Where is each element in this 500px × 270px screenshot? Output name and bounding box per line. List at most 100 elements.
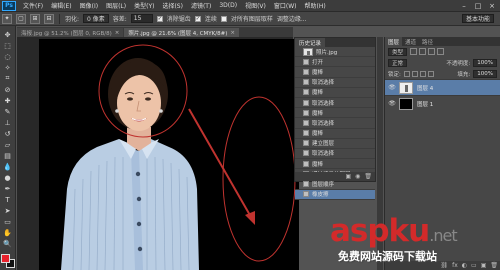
crop-tool-icon[interactable]: ⌗ — [2, 74, 13, 83]
history-item[interactable]: 建立图层 — [295, 139, 375, 149]
menu-filter[interactable]: 滤镜(T) — [187, 1, 215, 10]
history-footer: ▣ ◉ 🗑 — [295, 172, 375, 181]
document-tab-active[interactable]: 照片.jpg @ 21.6% (图层 4, CMYK/8#) × — [124, 28, 239, 37]
close-tab-icon[interactable]: × — [115, 30, 120, 36]
new-selection-icon[interactable]: ▢ — [16, 13, 26, 24]
pen-tool-icon[interactable]: ✒ — [2, 184, 13, 193]
healing-tool-icon[interactable]: ✚ — [2, 96, 13, 105]
watermark-brand-text: aspku — [330, 213, 430, 249]
fill-input[interactable]: 100% — [473, 69, 497, 78]
blend-mode-select[interactable]: 正常 — [388, 58, 408, 67]
workspace-select[interactable]: 基本功能 — [461, 14, 494, 23]
blend-opacity-row: 正常 不透明度: 100% — [385, 57, 500, 68]
layer-kind-select[interactable]: 类型 — [388, 47, 408, 56]
menu-edit[interactable]: 编辑(E) — [47, 1, 75, 10]
move-tool-icon[interactable]: ✥ — [2, 30, 13, 39]
history-item[interactable]: 魔棒 — [295, 67, 375, 78]
tab-layers[interactable]: 图层 — [385, 37, 403, 46]
layer-row[interactable]: 👁 图层 1 — [385, 95, 500, 111]
refine-edge-button[interactable]: 调整边缘... — [277, 14, 307, 23]
filter-shape-icon[interactable] — [437, 48, 445, 55]
layer-name[interactable]: 图层 1 — [417, 100, 433, 108]
history-snapshot[interactable]: 照片.jpg — [295, 47, 375, 58]
lasso-tool-icon[interactable]: ◌ — [2, 52, 13, 61]
history-item[interactable]: 橡皮擦 — [295, 189, 375, 200]
dodge-tool-icon[interactable]: ● — [2, 173, 13, 182]
history-item[interactable]: 魔棒 — [295, 88, 375, 98]
history-item[interactable]: 魔棒 — [295, 129, 375, 139]
subtract-selection-icon[interactable]: ⊟ — [44, 13, 54, 24]
watermark-suffix: .net — [429, 226, 457, 245]
document-canvas[interactable] — [39, 39, 299, 270]
new-document-from-state-icon[interactable]: ▣ — [345, 173, 351, 180]
path-selection-tool-icon[interactable]: ➤ — [2, 206, 13, 215]
gradient-tool-icon[interactable]: ▤ — [2, 151, 13, 160]
lock-position-icon[interactable] — [419, 70, 426, 77]
menu-3d[interactable]: 3D(D) — [215, 2, 241, 9]
menu-type[interactable]: 类型(Y) — [130, 1, 158, 10]
opacity-input[interactable]: 100% — [473, 58, 497, 67]
foreground-color-swatch[interactable] — [0, 254, 10, 263]
history-brush-tool-icon[interactable]: ↺ — [2, 129, 13, 138]
menu-layer[interactable]: 图层(L) — [102, 1, 130, 10]
eraser-tool-icon[interactable]: ▱ — [2, 140, 13, 149]
tab-channels[interactable]: 通道 — [402, 37, 419, 46]
lock-transparency-icon[interactable] — [403, 70, 410, 77]
menu-view[interactable]: 视图(V) — [241, 1, 270, 10]
history-item[interactable]: 魔棒 — [295, 108, 375, 119]
menu-image[interactable]: 图像(I) — [76, 1, 102, 10]
tool-preset-icon[interactable]: ✦ — [2, 13, 12, 24]
history-step-icon — [303, 130, 309, 137]
menu-select[interactable]: 选择(S) — [158, 1, 187, 10]
history-step-icon — [303, 68, 309, 75]
trash-icon[interactable]: 🗑 — [364, 173, 372, 180]
brush-tool-icon[interactable]: ✎ — [2, 107, 13, 116]
workspace-switcher: 基本功能 — [460, 14, 496, 23]
document-tab[interactable]: 海报.jpg @ 51.2% (图层 0, RGB/8) × — [17, 28, 124, 37]
type-tool-icon[interactable]: T — [2, 195, 13, 204]
contiguous-checkbox[interactable]: ✓ — [194, 15, 201, 22]
history-step-icon — [303, 109, 309, 116]
lock-all-icon[interactable] — [427, 70, 434, 77]
history-item[interactable]: 取消选择 — [295, 78, 375, 88]
filter-pixel-icon[interactable] — [410, 48, 418, 55]
layer-name[interactable]: 图层 4 — [417, 84, 433, 92]
maximize-icon[interactable]: □ — [472, 1, 484, 11]
layer-row[interactable]: 👁 图层 4 — [385, 79, 500, 95]
history-item[interactable]: 取消选择 — [295, 118, 375, 129]
menu-help[interactable]: 帮助(H) — [301, 1, 330, 10]
marquee-tool-icon[interactable]: ⬚ — [2, 41, 13, 50]
zoom-tool-icon[interactable]: 🔍 — [2, 239, 13, 248]
close-icon[interactable]: × — [486, 1, 498, 11]
filter-type-icon[interactable] — [428, 48, 436, 55]
sample-size-label: 羽化: — [65, 16, 80, 23]
close-tab-icon[interactable]: × — [230, 30, 235, 36]
tab-paths[interactable]: 路径 — [419, 37, 436, 46]
menu-file[interactable]: 文件(F) — [19, 1, 47, 10]
shape-tool-icon[interactable]: ▭ — [2, 217, 13, 226]
blur-tool-icon[interactable]: 💧 — [2, 162, 13, 171]
magic-wand-tool-icon[interactable]: ✧ — [2, 63, 13, 72]
history-item[interactable]: 取消选择 — [295, 149, 375, 160]
menu-window[interactable]: 窗口(W) — [270, 1, 301, 10]
stamp-tool-icon[interactable]: ⊥ — [2, 118, 13, 127]
lock-pixels-icon[interactable] — [411, 70, 418, 77]
eyedropper-tool-icon[interactable]: ⊘ — [2, 85, 13, 94]
history-item[interactable]: 取消选择 — [295, 98, 375, 109]
history-step-icon — [303, 99, 309, 106]
tab-history[interactable]: 历史记录 — [295, 38, 326, 47]
tolerance-input[interactable]: 15 — [130, 14, 153, 23]
visibility-eye-icon[interactable]: 👁 — [388, 100, 396, 107]
antialias-checkbox[interactable]: ✓ — [156, 15, 163, 22]
filter-adjustment-icon[interactable] — [419, 48, 427, 55]
document-tab-label: 海报.jpg @ 51.2% (图层 0, RGB/8) — [21, 30, 112, 37]
sample-size-select[interactable]: 0 像素 — [83, 14, 109, 23]
visibility-eye-icon[interactable]: 👁 — [388, 84, 396, 91]
add-selection-icon[interactable]: ⊞ — [30, 13, 40, 24]
history-item[interactable]: 打开 — [295, 57, 375, 68]
history-item[interactable]: 魔棒 — [295, 159, 375, 170]
hand-tool-icon[interactable]: ✋ — [2, 228, 13, 237]
sample-all-checkbox[interactable] — [220, 15, 227, 22]
new-snapshot-icon[interactable]: ◉ — [355, 173, 360, 180]
minimize-icon[interactable]: – — [458, 1, 470, 11]
